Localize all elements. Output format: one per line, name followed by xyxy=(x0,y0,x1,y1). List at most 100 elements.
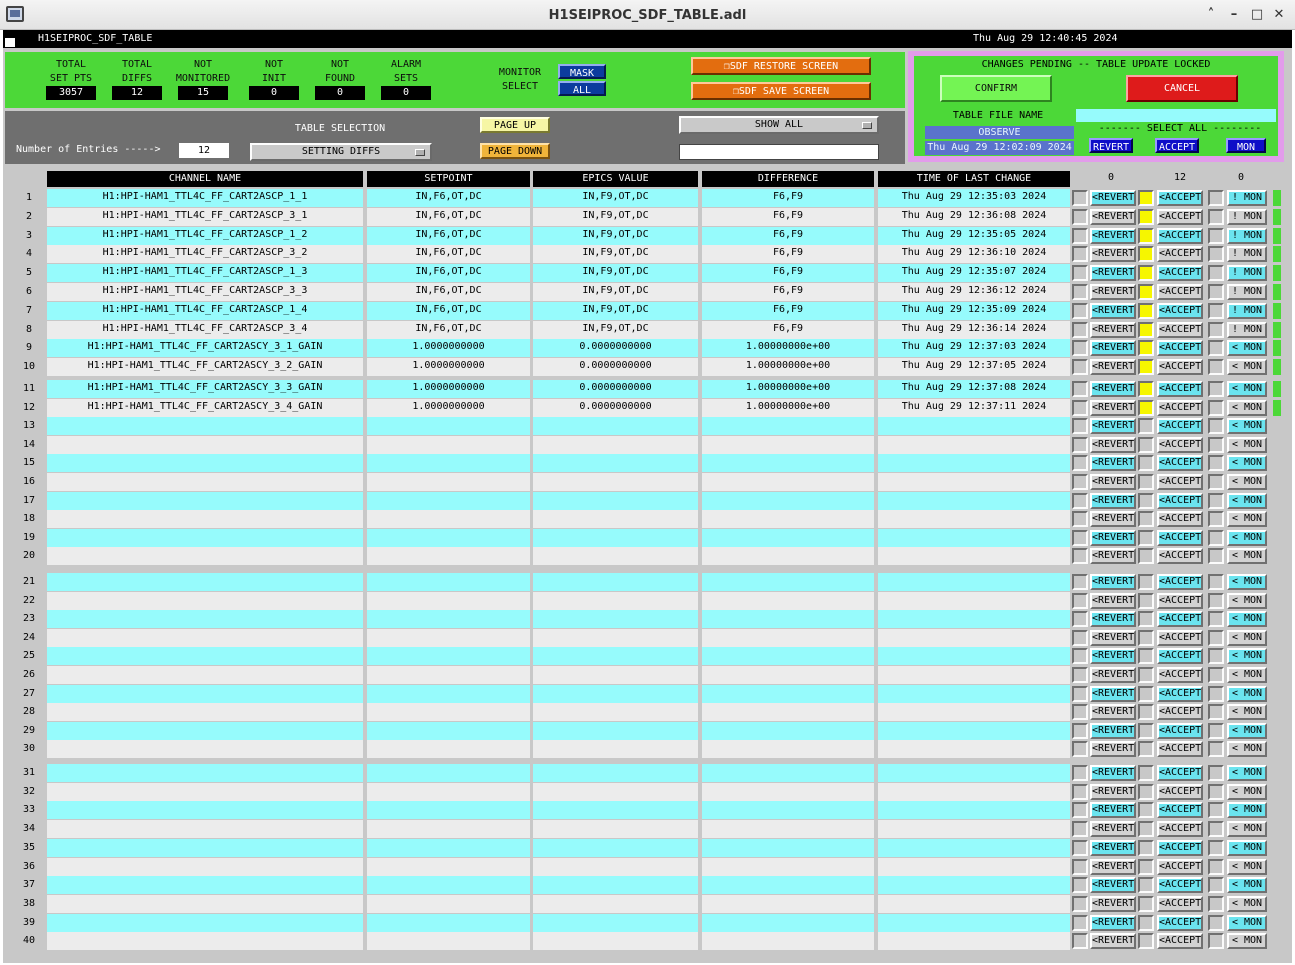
accept-button[interactable]: <ACCEPT xyxy=(1157,265,1203,281)
mon-checkbox[interactable] xyxy=(1208,474,1224,490)
accept-checkbox[interactable] xyxy=(1138,840,1154,856)
accept-button[interactable]: <ACCEPT xyxy=(1157,686,1203,702)
revert-button[interactable]: <REVERT xyxy=(1090,530,1136,546)
mon-button[interactable]: ! MON xyxy=(1227,284,1267,300)
accept-checkbox[interactable] xyxy=(1138,340,1154,356)
mon-button[interactable]: < MON xyxy=(1227,686,1267,702)
accept-checkbox[interactable] xyxy=(1138,723,1154,739)
revert-button[interactable]: <REVERT xyxy=(1090,802,1136,818)
filter-input[interactable] xyxy=(679,144,879,160)
revert-button[interactable]: <REVERT xyxy=(1090,190,1136,206)
mon-button[interactable]: < MON xyxy=(1227,933,1267,949)
accept-checkbox[interactable] xyxy=(1138,802,1154,818)
accept-checkbox[interactable] xyxy=(1138,246,1154,262)
minimize-icon[interactable]: – xyxy=(1225,6,1243,24)
revert-checkbox[interactable] xyxy=(1072,303,1088,319)
mon-button[interactable]: ! MON xyxy=(1227,303,1267,319)
mon-button[interactable]: ! MON xyxy=(1227,209,1267,225)
mon-checkbox[interactable] xyxy=(1208,877,1224,893)
revert-button[interactable]: <REVERT xyxy=(1090,474,1136,490)
accept-checkbox[interactable] xyxy=(1138,686,1154,702)
mon-checkbox[interactable] xyxy=(1208,493,1224,509)
mon-button[interactable]: ! MON xyxy=(1227,246,1267,262)
mon-button[interactable]: < MON xyxy=(1227,704,1267,720)
sdf-restore-screen-button[interactable]: ❐SDF RESTORE SCREEN xyxy=(691,57,871,75)
mon-checkbox[interactable] xyxy=(1208,802,1224,818)
mon-button[interactable]: < MON xyxy=(1227,859,1267,875)
revert-button[interactable]: <REVERT xyxy=(1090,667,1136,683)
accept-button[interactable]: <ACCEPT xyxy=(1157,322,1203,338)
mon-button[interactable]: < MON xyxy=(1227,340,1267,356)
accept-checkbox[interactable] xyxy=(1138,209,1154,225)
revert-checkbox[interactable] xyxy=(1072,741,1088,757)
revert-button[interactable]: <REVERT xyxy=(1090,400,1136,416)
mon-button[interactable]: < MON xyxy=(1227,723,1267,739)
accept-button[interactable]: <ACCEPT xyxy=(1157,340,1203,356)
close-icon[interactable]: ✕ xyxy=(1270,6,1288,24)
accept-checkbox[interactable] xyxy=(1138,511,1154,527)
revert-checkbox[interactable] xyxy=(1072,190,1088,206)
revert-button[interactable]: <REVERT xyxy=(1090,933,1136,949)
accept-checkbox[interactable] xyxy=(1138,593,1154,609)
revert-checkbox[interactable] xyxy=(1072,322,1088,338)
mon-button[interactable]: < MON xyxy=(1227,821,1267,837)
revert-button[interactable]: <REVERT xyxy=(1090,209,1136,225)
mon-checkbox[interactable] xyxy=(1208,648,1224,664)
accept-button[interactable]: <ACCEPT xyxy=(1157,896,1203,912)
mon-checkbox[interactable] xyxy=(1208,840,1224,856)
accept-button[interactable]: <ACCEPT xyxy=(1157,474,1203,490)
revert-button[interactable]: <REVERT xyxy=(1090,859,1136,875)
accept-checkbox[interactable] xyxy=(1138,933,1154,949)
mon-button[interactable]: < MON xyxy=(1227,840,1267,856)
accept-button[interactable]: <ACCEPT xyxy=(1157,915,1203,931)
mon-button[interactable]: ! MON xyxy=(1227,265,1267,281)
mon-checkbox[interactable] xyxy=(1208,511,1224,527)
revert-checkbox[interactable] xyxy=(1072,574,1088,590)
mon-button[interactable]: < MON xyxy=(1227,741,1267,757)
revert-button[interactable]: <REVERT xyxy=(1090,493,1136,509)
accept-checkbox[interactable] xyxy=(1138,190,1154,206)
mon-checkbox[interactable] xyxy=(1208,400,1224,416)
accept-button[interactable]: <ACCEPT xyxy=(1157,704,1203,720)
mon-button[interactable]: < MON xyxy=(1227,511,1267,527)
revert-checkbox[interactable] xyxy=(1072,704,1088,720)
mon-button[interactable]: < MON xyxy=(1227,648,1267,664)
mon-checkbox[interactable] xyxy=(1208,303,1224,319)
revert-button[interactable]: <REVERT xyxy=(1090,574,1136,590)
accept-checkbox[interactable] xyxy=(1138,437,1154,453)
accept-checkbox[interactable] xyxy=(1138,265,1154,281)
accept-button[interactable]: <ACCEPT xyxy=(1157,723,1203,739)
revert-button[interactable]: <REVERT xyxy=(1090,437,1136,453)
accept-button[interactable]: <ACCEPT xyxy=(1157,455,1203,471)
revert-checkbox[interactable] xyxy=(1072,611,1088,627)
revert-checkbox[interactable] xyxy=(1072,359,1088,375)
mon-checkbox[interactable] xyxy=(1208,359,1224,375)
accept-checkbox[interactable] xyxy=(1138,359,1154,375)
mon-checkbox[interactable] xyxy=(1208,723,1224,739)
revert-checkbox[interactable] xyxy=(1072,381,1088,397)
accept-checkbox[interactable] xyxy=(1138,704,1154,720)
revert-button[interactable]: <REVERT xyxy=(1090,418,1136,434)
revert-button[interactable]: <REVERT xyxy=(1090,765,1136,781)
mon-button[interactable]: ! MON xyxy=(1227,190,1267,206)
mon-button[interactable]: < MON xyxy=(1227,593,1267,609)
mon-button[interactable]: < MON xyxy=(1227,630,1267,646)
accept-checkbox[interactable] xyxy=(1138,667,1154,683)
revert-checkbox[interactable] xyxy=(1072,896,1088,912)
revert-checkbox[interactable] xyxy=(1072,209,1088,225)
mon-checkbox[interactable] xyxy=(1208,246,1224,262)
mon-button[interactable]: < MON xyxy=(1227,611,1267,627)
revert-checkbox[interactable] xyxy=(1072,686,1088,702)
accept-button[interactable]: <ACCEPT xyxy=(1157,437,1203,453)
revert-all-button[interactable]: REVERT xyxy=(1089,138,1133,153)
show-all-menu[interactable]: SHOW ALL xyxy=(679,116,879,134)
mon-button[interactable]: < MON xyxy=(1227,784,1267,800)
revert-checkbox[interactable] xyxy=(1072,228,1088,244)
accept-button[interactable]: <ACCEPT xyxy=(1157,190,1203,206)
revert-button[interactable]: <REVERT xyxy=(1090,915,1136,931)
accept-checkbox[interactable] xyxy=(1138,303,1154,319)
mon-checkbox[interactable] xyxy=(1208,896,1224,912)
mon-button[interactable]: < MON xyxy=(1227,896,1267,912)
accept-checkbox[interactable] xyxy=(1138,474,1154,490)
mon-checkbox[interactable] xyxy=(1208,915,1224,931)
